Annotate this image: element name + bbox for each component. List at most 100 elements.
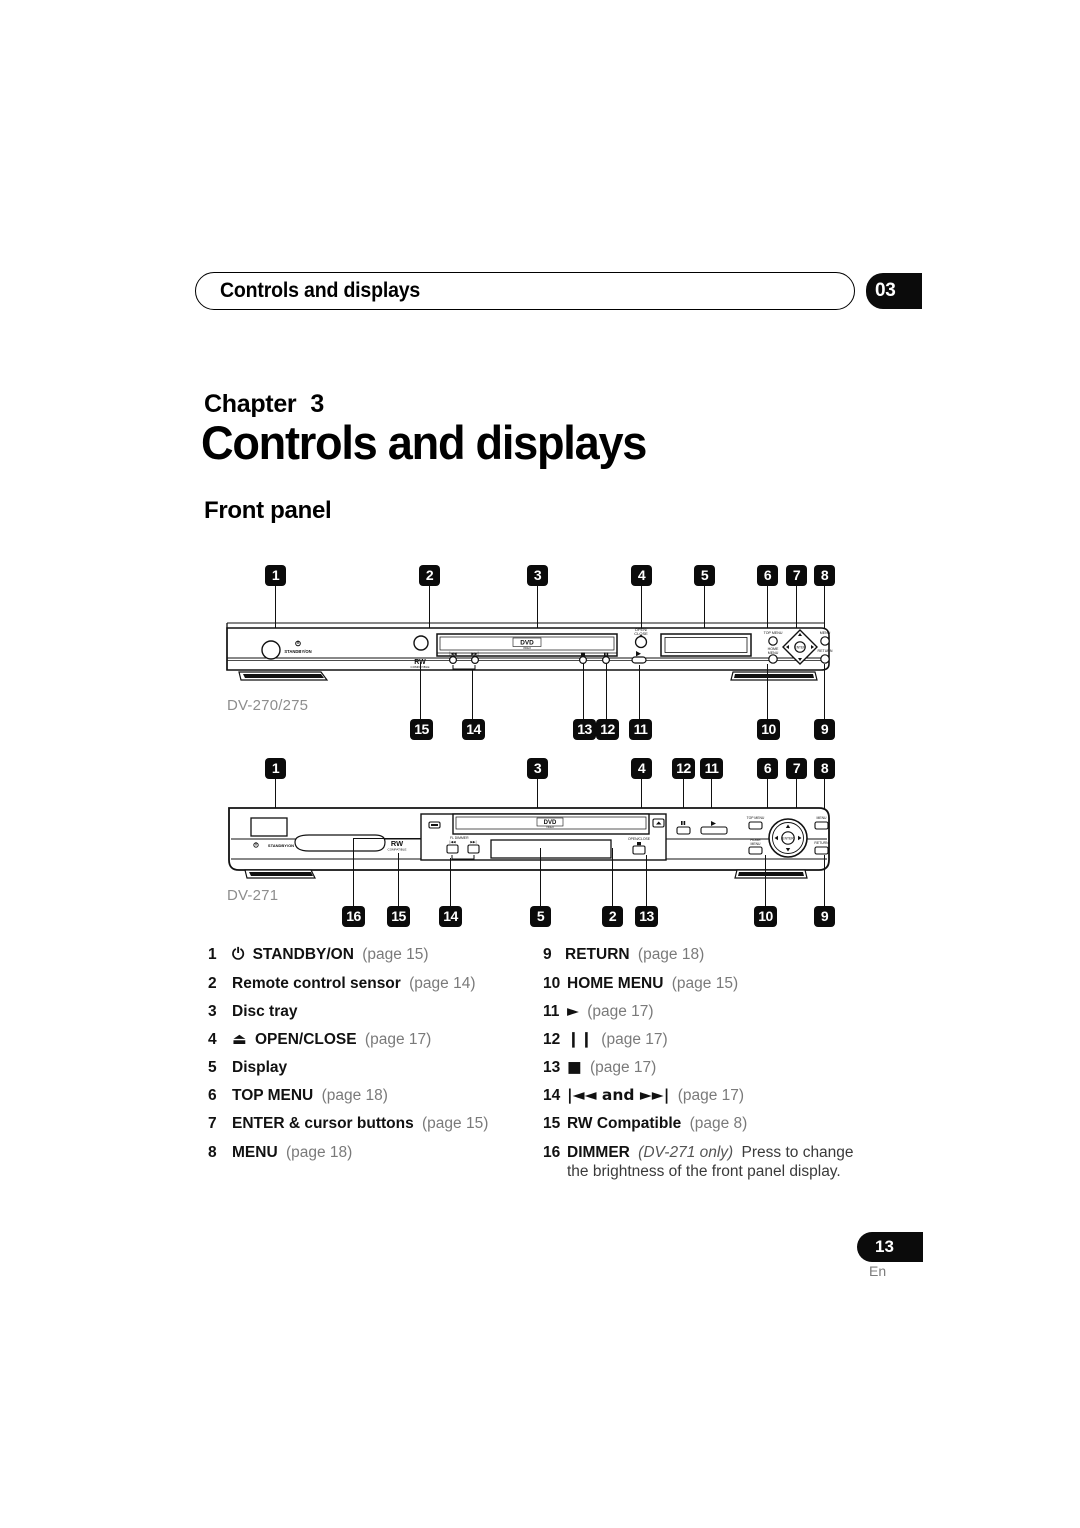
legend-label: HOME MENU (567, 975, 664, 992)
callout-11-top-dv271: 11 (700, 758, 723, 779)
model-label-dv270: DV-270/275 (227, 697, 309, 714)
leader-line (824, 664, 826, 719)
callout-2-top-dv270: 2 (419, 565, 440, 586)
play-icon: ► (567, 1002, 579, 1020)
legend-page-ref: (page 14) (409, 975, 476, 992)
manual-page: Controls and displays 03 Chapter 3 Contro… (0, 0, 1080, 1528)
legend-page-ref: (page 17) (601, 1031, 668, 1048)
legend-label: RETURN (565, 946, 630, 963)
callout-13-bottom-dv270: 13 (573, 719, 596, 740)
leader-line (583, 663, 585, 719)
device-diagram-dv270: STANDBY/ON RW COMPATIBLE DVD VIDEO |◀◀ ▶… (225, 614, 835, 694)
svg-text:MENU: MENU (820, 631, 831, 635)
svg-text:COMPATIBLE: COMPATIBLE (388, 848, 407, 852)
leader-line (353, 838, 355, 906)
legend-label: TOP MENU (232, 1087, 314, 1104)
svg-text:STANDBY/ON: STANDBY/ON (268, 843, 294, 848)
legend-number: 12 (543, 1031, 561, 1048)
leader-line (765, 855, 767, 906)
power-icon: ⏻ (232, 945, 245, 963)
legend-number: 5 (208, 1059, 217, 1076)
callout-10-bottom-dv270: 10 (757, 719, 780, 740)
callout-6-top-dv271: 6 (757, 758, 778, 779)
legend-item-12: 12 ❙❙ (page 17) (543, 1030, 668, 1049)
svg-text:VIDEO: VIDEO (546, 826, 554, 829)
chapter-tab: 03 (866, 273, 922, 309)
legend-label: DIMMER (567, 1144, 630, 1161)
leader-line (420, 662, 422, 719)
legend-item-6: 6 TOP MENU (page 18) (208, 1086, 388, 1105)
legend-number: 2 (208, 975, 217, 992)
legend-item-13: 13 ■ (page 17) (543, 1058, 656, 1077)
legend-label: STANDBY/ON (252, 946, 354, 963)
legend-number: 4 (208, 1031, 217, 1048)
legend-page-ref: (page 17) (589, 1059, 657, 1076)
callout-16-bottom-dv271: 16 (342, 906, 365, 927)
callout-11-bottom-dv270: 11 (629, 719, 652, 740)
svg-text:|◀◀: |◀◀ (449, 651, 457, 656)
legend-model-note: (DV-271 only) (638, 1144, 734, 1161)
page-number-tab: 13 (857, 1232, 923, 1262)
leader-line (472, 670, 474, 719)
svg-text:|◀◀: |◀◀ (449, 840, 456, 844)
legend-number: 10 (543, 975, 561, 992)
leader-line (612, 848, 614, 906)
legend-item-2: 2 Remote control sensor (page 14) (208, 974, 475, 993)
chapter-number: 3 (310, 390, 324, 418)
callout-3-top-dv270: 3 (527, 565, 548, 586)
leader-line (646, 855, 648, 906)
legend-item-3: 3 Disc tray (208, 1002, 297, 1021)
legend-page-ref: (page 15) (671, 975, 739, 992)
pause-icon: ❙❙ (567, 1030, 593, 1048)
legend-page-ref: (page 17) (677, 1087, 745, 1104)
legend-page-ref: (page 18) (321, 1087, 388, 1104)
callout-14-bottom-dv270: 14 (462, 719, 485, 740)
leader-line (450, 858, 452, 906)
stop-icon: ■ (567, 1058, 582, 1076)
legend-item-10: 10 HOME MENU (page 15) (543, 974, 738, 993)
chapter-tab-number: 03 (875, 280, 896, 301)
legend-page-ref: (page 18) (637, 946, 705, 963)
language-code: En (869, 1263, 887, 1279)
callout-6-top-dv270: 6 (757, 565, 778, 586)
leader-line (824, 855, 826, 906)
callout-12-top-dv271: 12 (672, 758, 695, 779)
legend-item-15: 15 RW Compatible (page 8) (543, 1114, 747, 1133)
legend-page-ref: (page 18) (285, 1144, 353, 1161)
svg-text:OPEN/CLOSE: OPEN/CLOSE (628, 837, 651, 841)
svg-text:MENU: MENU (768, 651, 779, 655)
callout-9-bottom-dv270: 9 (814, 719, 835, 740)
legend-item-1: 1 ⏻ STANDBY/ON (page 15) (208, 945, 429, 964)
legend-number: 7 (208, 1115, 217, 1132)
legend-number: 15 (543, 1115, 561, 1132)
callout-7-top-dv270: 7 (786, 565, 807, 586)
legend-number: 13 (543, 1059, 561, 1076)
callout-7-top-dv271: 7 (786, 758, 807, 779)
svg-text:VIDEO: VIDEO (523, 646, 531, 650)
legend-page-ref: (page 17) (587, 1003, 654, 1020)
section-title: Front panel (204, 497, 332, 524)
callout-15-bottom-dv270: 15 (410, 719, 433, 740)
legend-page-ref: (page 17) (364, 1031, 432, 1048)
callout-1-top-dv270: 1 (265, 565, 286, 586)
legend-number: 14 (543, 1087, 561, 1104)
legend-item-5: 5 Display (208, 1058, 287, 1077)
running-header-title: Controls and displays (220, 279, 421, 302)
chapter-label: Chapter (204, 390, 297, 418)
svg-text:MENU: MENU (751, 842, 762, 846)
callout-5-bottom-dv271: 5 (530, 906, 551, 927)
svg-text:STANDBY/ON: STANDBY/ON (284, 649, 311, 654)
skip-icons: |◄◄ and ►►| (567, 1086, 670, 1104)
leader-line (353, 838, 421, 840)
model-label-dv271: DV-271 (227, 887, 279, 904)
callout-2-bottom-dv271: 2 (602, 906, 623, 927)
legend-label: OPEN/CLOSE (254, 1031, 357, 1048)
callout-4-top-dv270: 4 (631, 565, 652, 586)
legend-page-ref: (page 15) (362, 946, 429, 963)
legend-item-16: 16 DIMMER (DV-271 only) Press to change … (543, 1143, 873, 1181)
callout-8-top-dv271: 8 (814, 758, 835, 779)
callout-1-top-dv271: 1 (265, 758, 286, 779)
legend-page-ref: (page 15) (422, 1115, 489, 1132)
leader-line (639, 665, 641, 719)
page-number: 13 (875, 1237, 894, 1256)
